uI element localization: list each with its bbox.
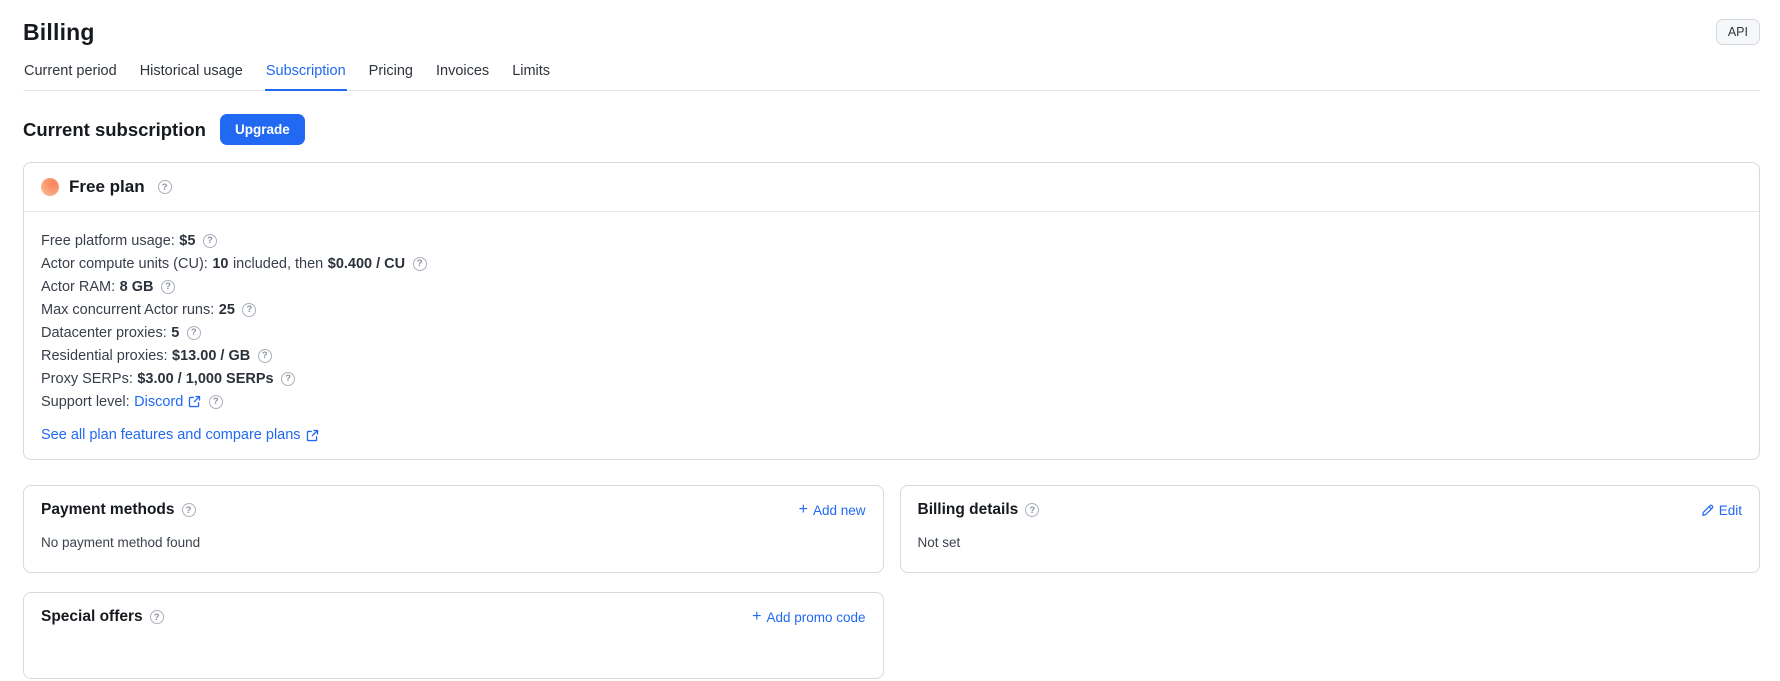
feature-label: Actor RAM: xyxy=(41,279,115,295)
plan-feature-row: Datacenter proxies: 5 xyxy=(41,321,1742,344)
compare-plans-link[interactable]: See all plan features and compare plans xyxy=(41,427,319,443)
plan-feature-row: Actor compute units (CU): 10 included, t… xyxy=(41,252,1742,275)
tab-invoices[interactable]: Invoices xyxy=(435,63,490,90)
feature-label: Proxy SERPs: xyxy=(41,371,133,387)
feature-label: Actor compute units (CU): xyxy=(41,256,208,272)
plan-support-row: Support level: Discord xyxy=(41,390,1742,413)
plan-card: Free plan Free platform usage: $5 Actor … xyxy=(23,162,1760,460)
feature-value: $5 xyxy=(179,233,195,249)
payment-methods-header: Payment methods + Add new xyxy=(41,501,866,519)
feature-value: $3.00 / 1,000 SERPs xyxy=(137,371,273,387)
help-icon[interactable] xyxy=(203,234,217,248)
feature-value: 25 xyxy=(219,302,235,318)
discord-link[interactable]: Discord xyxy=(134,394,201,410)
payment-methods-title: Payment methods xyxy=(41,501,175,519)
edit-billing-details-label: Edit xyxy=(1719,503,1742,518)
plan-name: Free plan xyxy=(69,177,145,197)
billing-details-card: Billing details Edit Not set xyxy=(900,485,1761,573)
plan-card-header: Free plan xyxy=(24,163,1759,212)
billing-cards-row: Payment methods + Add new No payment met… xyxy=(23,485,1760,573)
help-icon[interactable] xyxy=(258,349,272,363)
external-link-icon xyxy=(188,395,201,408)
billing-details-empty-text: Not set xyxy=(918,535,1743,550)
section-title: Current subscription xyxy=(23,119,206,141)
external-link-icon xyxy=(306,429,319,442)
add-promo-code-button[interactable]: + Add promo code xyxy=(752,610,865,625)
plan-feature-row: Actor RAM: 8 GB xyxy=(41,275,1742,298)
compare-plans-row: See all plan features and compare plans xyxy=(41,427,1742,443)
plan-tier-icon xyxy=(41,178,59,196)
billing-details-header: Billing details Edit xyxy=(918,501,1743,519)
feature-value: $0.400 / CU xyxy=(328,256,405,272)
feature-label: Datacenter proxies: xyxy=(41,325,167,341)
current-subscription-header: Current subscription Upgrade xyxy=(23,114,1760,145)
pencil-icon xyxy=(1701,504,1714,517)
feature-label: Residential proxies: xyxy=(41,348,168,364)
tab-subscription[interactable]: Subscription xyxy=(265,63,347,91)
feature-value: $13.00 / GB xyxy=(172,348,250,364)
help-icon[interactable] xyxy=(161,280,175,294)
help-icon[interactable] xyxy=(187,326,201,340)
help-icon[interactable] xyxy=(158,180,172,194)
api-button[interactable]: API xyxy=(1716,19,1760,45)
discord-link-label: Discord xyxy=(134,394,183,410)
billing-page: Billing API Current period Historical us… xyxy=(0,0,1780,681)
edit-billing-details-button[interactable]: Edit xyxy=(1701,503,1742,518)
feature-label: Support level: xyxy=(41,394,130,410)
special-offers-card: Special offers + Add promo code xyxy=(23,592,884,679)
payment-methods-empty-text: No payment method found xyxy=(41,535,866,550)
help-icon[interactable] xyxy=(182,503,196,517)
help-icon[interactable] xyxy=(242,303,256,317)
special-offers-header: Special offers + Add promo code xyxy=(41,608,866,626)
feature-value: 10 xyxy=(212,256,228,272)
feature-value: 8 GB xyxy=(120,279,154,295)
tab-current-period[interactable]: Current period xyxy=(23,63,118,90)
tab-historical-usage[interactable]: Historical usage xyxy=(139,63,244,90)
plan-feature-row: Max concurrent Actor runs: 25 xyxy=(41,298,1742,321)
billing-tabs: Current period Historical usage Subscrip… xyxy=(23,63,1760,91)
feature-label: Max concurrent Actor runs: xyxy=(41,302,214,318)
help-icon[interactable] xyxy=(413,257,427,271)
help-icon[interactable] xyxy=(281,372,295,386)
plus-icon: + xyxy=(799,502,808,518)
page-title: Billing xyxy=(23,0,1760,46)
tab-pricing[interactable]: Pricing xyxy=(368,63,414,90)
help-icon[interactable] xyxy=(150,610,164,624)
feature-value: 5 xyxy=(171,325,179,341)
add-payment-method-button[interactable]: + Add new xyxy=(799,503,866,518)
feature-label: included, then xyxy=(233,256,323,272)
plan-feature-row: Proxy SERPs: $3.00 / 1,000 SERPs xyxy=(41,367,1742,390)
add-payment-method-label: Add new xyxy=(813,503,866,518)
add-promo-code-label: Add promo code xyxy=(766,610,865,625)
payment-methods-card: Payment methods + Add new No payment met… xyxy=(23,485,884,573)
compare-plans-label: See all plan features and compare plans xyxy=(41,427,301,443)
plan-feature-row: Free platform usage: $5 xyxy=(41,229,1742,252)
help-icon[interactable] xyxy=(1025,503,1039,517)
feature-label: Free platform usage: xyxy=(41,233,175,249)
plan-card-body: Free platform usage: $5 Actor compute un… xyxy=(24,212,1759,459)
billing-details-title: Billing details xyxy=(918,501,1019,519)
plus-icon: + xyxy=(752,609,761,625)
plan-feature-row: Residential proxies: $13.00 / GB xyxy=(41,344,1742,367)
special-offers-title: Special offers xyxy=(41,608,143,626)
tab-limits[interactable]: Limits xyxy=(511,63,551,90)
upgrade-button[interactable]: Upgrade xyxy=(220,114,305,145)
help-icon[interactable] xyxy=(209,395,223,409)
